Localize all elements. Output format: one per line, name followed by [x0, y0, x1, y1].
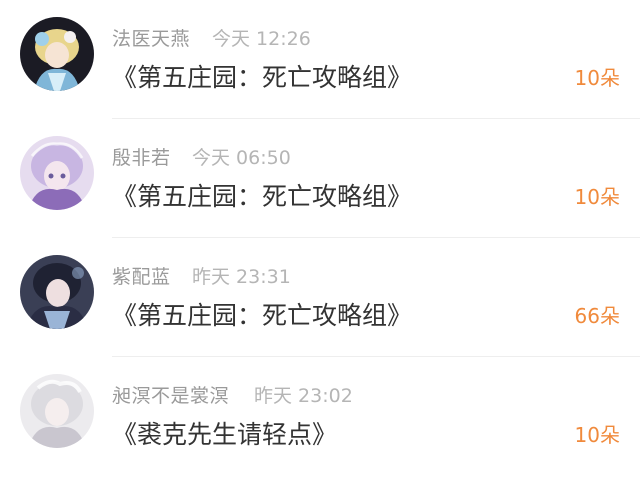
avatar[interactable] [20, 17, 94, 91]
user-name[interactable]: 紫配蓝 [112, 262, 171, 289]
gift-count: 10朵 [574, 66, 620, 90]
timestamp: 今天 12:26 [212, 28, 311, 50]
list-item[interactable]: 昶溟不是裳溟 昨天 23:02 《裘克先生请轻点》 10朵 [0, 357, 640, 476]
book-title[interactable]: 《裘克先生请轻点》 [112, 415, 337, 451]
timestamp: 昨天 23:02 [254, 385, 353, 407]
list-item[interactable]: 紫配蓝 昨天 23:31 《第五庄园：死亡攻略组》 66朵 [0, 238, 640, 357]
gift-count: 10朵 [574, 185, 620, 209]
avatar[interactable] [20, 374, 94, 448]
book-title[interactable]: 《第五庄园：死亡攻略组》 [112, 177, 412, 213]
book-title[interactable]: 《第五庄园：死亡攻略组》 [112, 58, 412, 94]
timestamp: 昨天 23:31 [192, 266, 291, 288]
avatar[interactable] [20, 255, 94, 329]
user-name[interactable]: 殷非若 [112, 143, 171, 170]
gift-count: 66朵 [574, 304, 620, 328]
timestamp: 今天 06:50 [192, 147, 291, 169]
list-item[interactable]: 殷非若 今天 06:50 《第五庄园：死亡攻略组》 10朵 [0, 119, 640, 238]
user-name[interactable]: 法医天燕 [112, 24, 190, 51]
gift-count: 10朵 [574, 423, 620, 447]
gift-record-list: 法医天燕 今天 12:26 《第五庄园：死亡攻略组》 10朵 殷非若 今天 06… [0, 0, 640, 487]
user-name[interactable]: 昶溟不是裳溟 [112, 381, 229, 408]
list-item[interactable]: 法医天燕 今天 12:26 《第五庄园：死亡攻略组》 10朵 [0, 0, 640, 119]
book-title[interactable]: 《第五庄园：死亡攻略组》 [112, 296, 412, 332]
avatar[interactable] [20, 136, 94, 210]
